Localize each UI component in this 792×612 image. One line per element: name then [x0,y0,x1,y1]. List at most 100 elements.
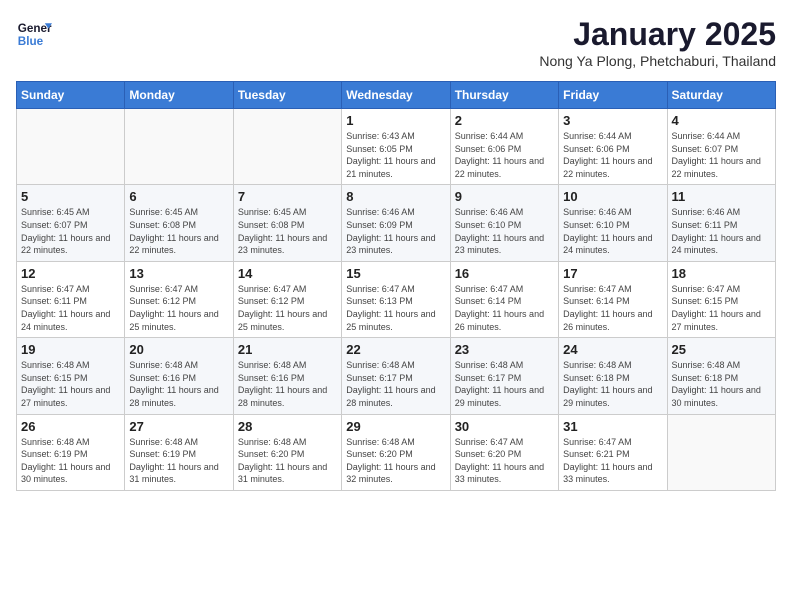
weekday-header-saturday: Saturday [667,82,775,109]
calendar-cell: 25 Sunrise: 6:48 AM Sunset: 6:18 PM Dayli… [667,338,775,414]
weekday-header-row: SundayMondayTuesdayWednesdayThursdayFrid… [17,82,776,109]
day-info: Sunrise: 6:45 AM Sunset: 6:07 PM Dayligh… [21,206,120,256]
weekday-header-sunday: Sunday [17,82,125,109]
calendar-cell: 2 Sunrise: 6:44 AM Sunset: 6:06 PM Daylig… [450,109,558,185]
calendar-week-row: 26 Sunrise: 6:48 AM Sunset: 6:19 PM Dayli… [17,414,776,490]
day-number: 15 [346,266,445,281]
calendar-cell: 8 Sunrise: 6:46 AM Sunset: 6:09 PM Daylig… [342,185,450,261]
calendar-cell: 29 Sunrise: 6:48 AM Sunset: 6:20 PM Dayli… [342,414,450,490]
day-info: Sunrise: 6:48 AM Sunset: 6:17 PM Dayligh… [455,359,554,409]
calendar-cell: 30 Sunrise: 6:47 AM Sunset: 6:20 PM Dayli… [450,414,558,490]
day-info: Sunrise: 6:47 AM Sunset: 6:13 PM Dayligh… [346,283,445,333]
weekday-header-friday: Friday [559,82,667,109]
weekday-header-thursday: Thursday [450,82,558,109]
day-info: Sunrise: 6:45 AM Sunset: 6:08 PM Dayligh… [129,206,228,256]
day-info: Sunrise: 6:44 AM Sunset: 6:07 PM Dayligh… [672,130,771,180]
calendar-week-row: 5 Sunrise: 6:45 AM Sunset: 6:07 PM Daylig… [17,185,776,261]
day-info: Sunrise: 6:47 AM Sunset: 6:21 PM Dayligh… [563,436,662,486]
day-info: Sunrise: 6:43 AM Sunset: 6:05 PM Dayligh… [346,130,445,180]
calendar-cell: 31 Sunrise: 6:47 AM Sunset: 6:21 PM Dayli… [559,414,667,490]
day-number: 1 [346,113,445,128]
calendar-cell: 5 Sunrise: 6:45 AM Sunset: 6:07 PM Daylig… [17,185,125,261]
calendar-cell: 3 Sunrise: 6:44 AM Sunset: 6:06 PM Daylig… [559,109,667,185]
day-info: Sunrise: 6:46 AM Sunset: 6:11 PM Dayligh… [672,206,771,256]
day-number: 29 [346,419,445,434]
day-info: Sunrise: 6:48 AM Sunset: 6:16 PM Dayligh… [129,359,228,409]
day-info: Sunrise: 6:46 AM Sunset: 6:09 PM Dayligh… [346,206,445,256]
day-info: Sunrise: 6:48 AM Sunset: 6:20 PM Dayligh… [346,436,445,486]
day-info: Sunrise: 6:48 AM Sunset: 6:19 PM Dayligh… [129,436,228,486]
calendar-cell: 23 Sunrise: 6:48 AM Sunset: 6:17 PM Dayli… [450,338,558,414]
day-info: Sunrise: 6:46 AM Sunset: 6:10 PM Dayligh… [455,206,554,256]
calendar-cell: 27 Sunrise: 6:48 AM Sunset: 6:19 PM Dayli… [125,414,233,490]
calendar-cell [17,109,125,185]
calendar-cell: 9 Sunrise: 6:46 AM Sunset: 6:10 PM Daylig… [450,185,558,261]
calendar-cell: 28 Sunrise: 6:48 AM Sunset: 6:20 PM Dayli… [233,414,341,490]
day-number: 31 [563,419,662,434]
calendar-cell: 12 Sunrise: 6:47 AM Sunset: 6:11 PM Dayli… [17,261,125,337]
calendar-cell: 22Sunrise: 6:48 AM Sunset: 6:17 PM Dayli… [342,338,450,414]
weekday-header-wednesday: Wednesday [342,82,450,109]
day-number: 16 [455,266,554,281]
calendar-table: SundayMondayTuesdayWednesdayThursdayFrid… [16,81,776,491]
day-number: 23 [455,342,554,357]
day-number: 19 [21,342,120,357]
calendar-cell: 13Sunrise: 6:47 AM Sunset: 6:12 PM Dayli… [125,261,233,337]
day-number: 30 [455,419,554,434]
calendar-cell: 10 Sunrise: 6:46 AM Sunset: 6:10 PM Dayli… [559,185,667,261]
calendar-cell: 20 Sunrise: 6:48 AM Sunset: 6:16 PM Dayli… [125,338,233,414]
calendar-week-row: 19 Sunrise: 6:48 AM Sunset: 6:15 PM Dayli… [17,338,776,414]
calendar-cell: 11 Sunrise: 6:46 AM Sunset: 6:11 PM Dayli… [667,185,775,261]
day-number: 14 [238,266,337,281]
day-number: 3 [563,113,662,128]
day-info: Sunrise: 6:48 AM Sunset: 6:18 PM Dayligh… [672,359,771,409]
calendar-cell: 4 Sunrise: 6:44 AM Sunset: 6:07 PM Daylig… [667,109,775,185]
calendar-cell [667,414,775,490]
day-info: Sunrise: 6:47 AM Sunset: 6:14 PM Dayligh… [455,283,554,333]
day-number: 21 [238,342,337,357]
day-number: 25 [672,342,771,357]
logo: General Blue [16,16,52,52]
day-info: Sunrise: 6:47 AM Sunset: 6:12 PM Dayligh… [129,283,228,333]
day-info: Sunrise: 6:47 AM Sunset: 6:20 PM Dayligh… [455,436,554,486]
calendar-cell: 7Sunrise: 6:45 AM Sunset: 6:08 PM Daylig… [233,185,341,261]
calendar-cell: 15 Sunrise: 6:47 AM Sunset: 6:13 PM Dayli… [342,261,450,337]
calendar-cell: 24 Sunrise: 6:48 AM Sunset: 6:18 PM Dayli… [559,338,667,414]
day-info: Sunrise: 6:47 AM Sunset: 6:12 PM Dayligh… [238,283,337,333]
calendar-cell [125,109,233,185]
day-number: 7 [238,189,337,204]
calendar-cell: 26 Sunrise: 6:48 AM Sunset: 6:19 PM Dayli… [17,414,125,490]
day-info: Sunrise: 6:47 AM Sunset: 6:11 PM Dayligh… [21,283,120,333]
day-info: Sunrise: 6:44 AM Sunset: 6:06 PM Dayligh… [455,130,554,180]
day-number: 26 [21,419,120,434]
day-number: 8 [346,189,445,204]
day-info: Sunrise: 6:48 AM Sunset: 6:15 PM Dayligh… [21,359,120,409]
day-info: Sunrise: 6:44 AM Sunset: 6:06 PM Dayligh… [563,130,662,180]
calendar-cell [233,109,341,185]
day-info: Sunrise: 6:48 AM Sunset: 6:20 PM Dayligh… [238,436,337,486]
calendar-cell: 19 Sunrise: 6:48 AM Sunset: 6:15 PM Dayli… [17,338,125,414]
day-number: 9 [455,189,554,204]
day-number: 20 [129,342,228,357]
day-number: 2 [455,113,554,128]
calendar-week-row: 1 Sunrise: 6:43 AM Sunset: 6:05 PM Daylig… [17,109,776,185]
day-info: Sunrise: 6:47 AM Sunset: 6:15 PM Dayligh… [672,283,771,333]
day-number: 5 [21,189,120,204]
day-info: Sunrise: 6:48 AM Sunset: 6:19 PM Dayligh… [21,436,120,486]
day-number: 4 [672,113,771,128]
weekday-header-tuesday: Tuesday [233,82,341,109]
day-number: 10 [563,189,662,204]
day-info: Sunrise: 6:46 AM Sunset: 6:10 PM Dayligh… [563,206,662,256]
day-number: 28 [238,419,337,434]
day-number: 24 [563,342,662,357]
calendar-title: January 2025 [539,16,776,53]
day-number: 22 [346,342,445,357]
day-number: 12 [21,266,120,281]
day-number: 11 [672,189,771,204]
day-number: 27 [129,419,228,434]
day-info: Sunrise: 6:48 AM Sunset: 6:18 PM Dayligh… [563,359,662,409]
calendar-cell: 21Sunrise: 6:48 AM Sunset: 6:16 PM Dayli… [233,338,341,414]
calendar-cell: 14 Sunrise: 6:47 AM Sunset: 6:12 PM Dayli… [233,261,341,337]
calendar-cell: 6Sunrise: 6:45 AM Sunset: 6:08 PM Daylig… [125,185,233,261]
calendar-location: Nong Ya Plong, Phetchaburi, Thailand [539,53,776,69]
